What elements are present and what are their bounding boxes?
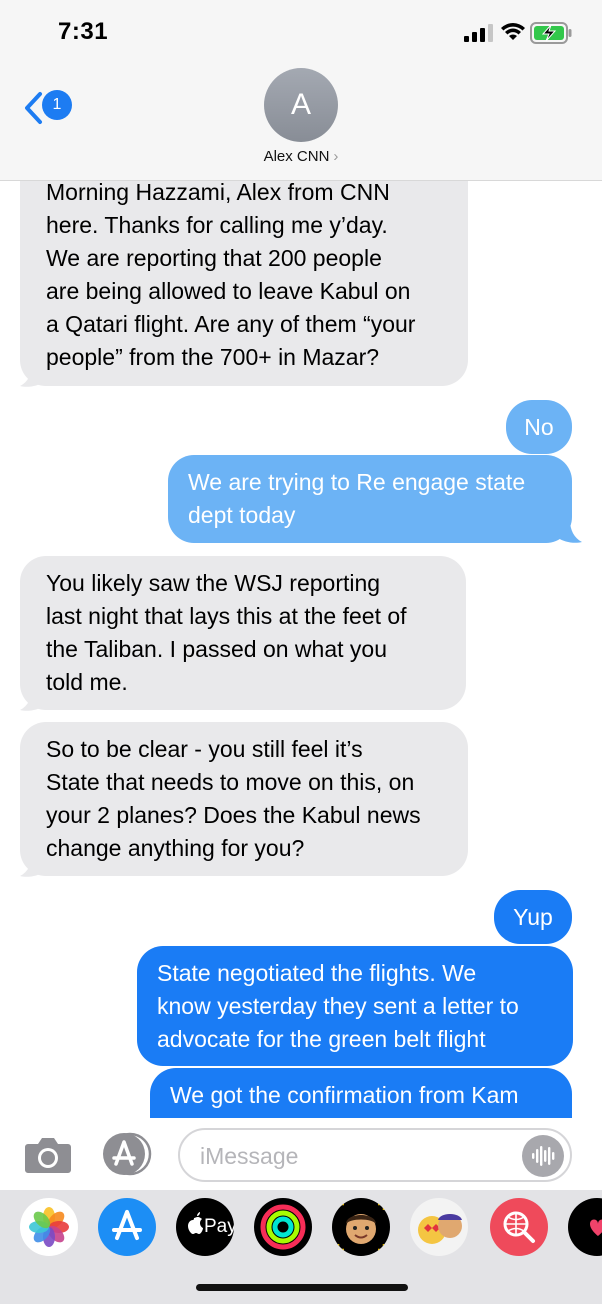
message-text-line: your 2 planes? Does the Kabul news (46, 802, 421, 828)
apple-pay-icon[interactable]: Pay (176, 1198, 234, 1256)
battery-charging-icon (530, 22, 572, 44)
message-text-line: are being allowed to leave Kabul on (46, 278, 411, 304)
message-text-line: You likely saw the WSJ reporting (46, 570, 381, 596)
fitness-icon[interactable] (254, 1198, 312, 1256)
bubble-tail (558, 520, 582, 543)
chevron-right-icon: › (333, 148, 339, 165)
audio-message-button[interactable] (522, 1135, 564, 1177)
message-text-line: here. Thanks for calling me y’day. (46, 212, 388, 238)
message-text-line: State that needs to move on this, on (46, 769, 415, 795)
bubble-tail (20, 688, 44, 711)
wifi-icon (501, 23, 525, 40)
message-incoming[interactable]: Morning Hazzami, Alex from CNN here. Tha… (20, 156, 468, 386)
message-incoming[interactable]: So to be clear - you still feel it’s Sta… (20, 722, 468, 876)
message-text-line: So to be clear - you still feel it’s (46, 736, 363, 762)
message-text-line: told me. (46, 669, 128, 695)
app-store-drawer-icon[interactable] (100, 1132, 154, 1176)
message-text-line: people” from the 700+ in Mazar? (46, 344, 380, 370)
conversation-header: 1 A Alex CNN › (0, 62, 602, 181)
message-text-line: State negotiated the flights. We (157, 960, 477, 986)
bubble-tail (20, 854, 44, 877)
imessage-input[interactable] (198, 1138, 522, 1174)
message-outgoing[interactable]: Yup (494, 890, 572, 944)
message-compose-field[interactable] (178, 1128, 572, 1182)
input-bar (0, 1118, 602, 1190)
unread-count-badge[interactable]: 1 (42, 90, 72, 120)
contact-name-button[interactable]: Alex CNN › (0, 148, 602, 165)
message-text-line: a Qatari flight. Are any of them “your (46, 311, 416, 337)
message-outgoing[interactable]: We are trying to Re engage state dept to… (168, 455, 572, 543)
contact-avatar[interactable]: A (264, 68, 338, 142)
app-store-icon[interactable] (98, 1198, 156, 1256)
digital-touch-icon[interactable] (568, 1198, 602, 1256)
camera-icon[interactable] (24, 1136, 72, 1174)
message-text-line: We got the confirmation from Kam (170, 1082, 519, 1108)
memoji-icon[interactable] (332, 1198, 390, 1256)
cellular-signal-icon (464, 24, 493, 42)
memoji-stickers-icon[interactable] (410, 1198, 468, 1256)
contact-name: Alex CNN (263, 148, 330, 165)
status-time: 7:31 (58, 18, 109, 45)
message-text-line: change anything for you? (46, 835, 305, 861)
message-text-line: the Taliban. I passed on what you (46, 636, 387, 662)
message-text-line: dept today (188, 502, 296, 528)
message-text-line: We are reporting that 200 people (46, 245, 382, 271)
message-text-line: advocate for the green belt flight (157, 1026, 486, 1052)
message-outgoing[interactable]: No (506, 400, 572, 454)
message-outgoing[interactable]: State negotiated the flights. We know ye… (137, 946, 573, 1066)
home-indicator[interactable] (196, 1284, 408, 1291)
status-bar: 7:31 (0, 0, 602, 62)
photos-icon[interactable] (20, 1198, 78, 1256)
message-text-line: Yup (513, 904, 553, 930)
apple-pay-label: Pay (204, 1216, 234, 1237)
message-text-line: We are trying to Re engage state (188, 469, 526, 495)
message-incoming[interactable]: You likely saw the WSJ reporting last ni… (20, 556, 466, 710)
bubble-tail (20, 364, 44, 387)
chevron-left-icon (25, 92, 42, 124)
web-search-icon[interactable] (490, 1198, 548, 1256)
message-text-line: know yesterday they sent a letter to (157, 993, 519, 1019)
waveform-icon (532, 1146, 555, 1166)
message-text-line: No (524, 414, 554, 440)
app-drawer: Pay (0, 1190, 602, 1304)
message-text-line: last night that lays this at the feet of (46, 603, 407, 629)
